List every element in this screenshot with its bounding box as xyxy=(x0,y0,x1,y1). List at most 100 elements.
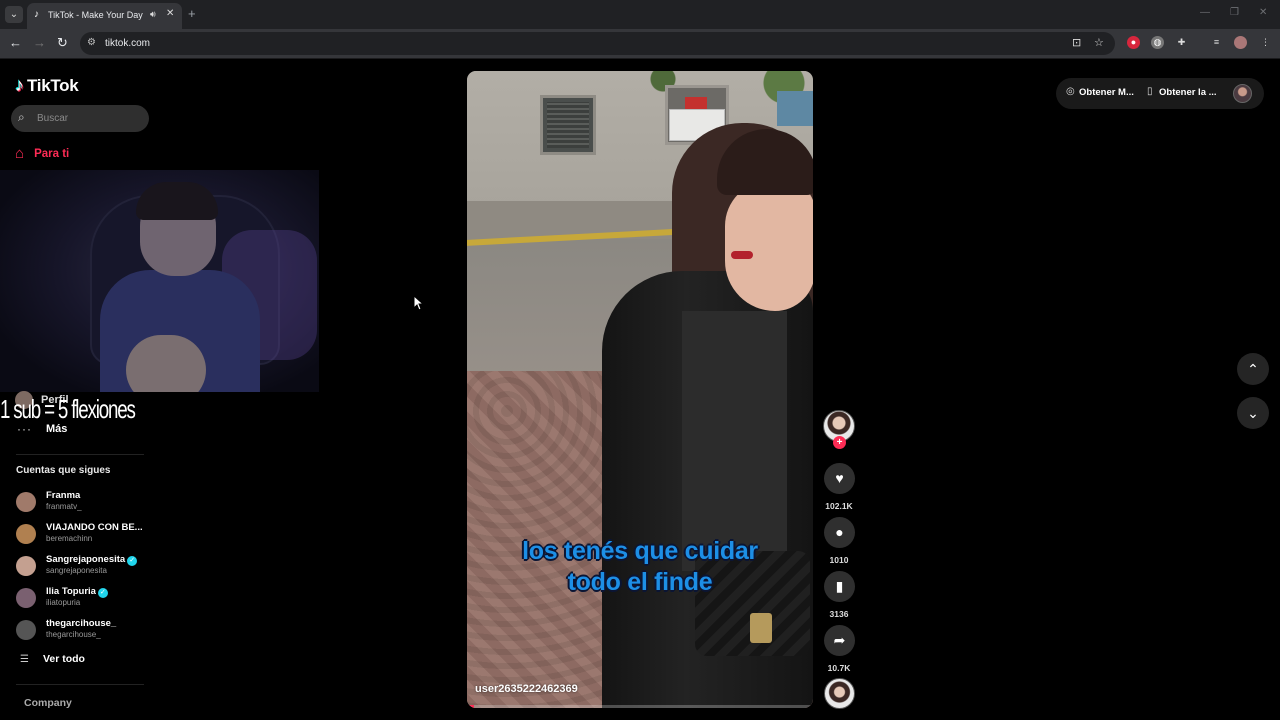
video-lips xyxy=(731,251,753,259)
video-progress-bar[interactable] xyxy=(467,705,813,708)
followed-account[interactable]: VIAJANDO CON BE... beremachinn xyxy=(16,522,156,550)
install-app-icon[interactable]: ⊡ xyxy=(1072,36,1081,49)
account-username: sangrejaponesita xyxy=(46,566,107,575)
account-name: VIAJANDO CON BE... xyxy=(46,522,143,533)
webcam-overlay xyxy=(0,170,319,392)
video-caption-line: todo el finde xyxy=(567,568,713,596)
extension-red-icon[interactable]: ● xyxy=(1127,36,1140,49)
user-avatar[interactable] xyxy=(1233,84,1252,103)
search-placeholder: Buscar xyxy=(37,113,69,124)
like-count: 102.1K xyxy=(825,501,853,511)
restore-icon[interactable]: ❐ xyxy=(1230,7,1239,18)
save-count: 3136 xyxy=(829,609,849,619)
browser-menu-icon[interactable]: ⋮ xyxy=(1259,36,1272,49)
account-name: Franma xyxy=(46,490,81,501)
streamer-knee xyxy=(126,335,206,392)
chevron-up-icon: ⌃ xyxy=(1247,361,1259,377)
close-window-icon[interactable]: ✕ xyxy=(1259,7,1267,18)
comment-button[interactable]: ● xyxy=(824,517,855,548)
coins-icon: ◎ xyxy=(1066,86,1075,97)
tab-title: TikTok - Make Your Day xyxy=(48,10,143,20)
share-button[interactable]: ➦ xyxy=(824,625,855,656)
see-all-button[interactable]: ☰ Ver todo xyxy=(20,653,85,665)
browser-tab[interactable]: ♪ TikTok - Make Your Day 🔊︎ ✕ xyxy=(27,3,182,29)
heart-icon: ♥ xyxy=(835,470,844,486)
browser-tab-bar: ⌄ ♪ TikTok - Make Your Day 🔊︎ ✕ + — ❐ ✕ xyxy=(0,0,1280,29)
video-author[interactable]: user2635222462369 xyxy=(475,683,578,695)
forward-button[interactable]: → xyxy=(33,36,46,50)
account-name: thegarcihouse_ xyxy=(46,618,117,629)
account-avatar xyxy=(16,620,36,640)
get-app-button[interactable]: Obtener la ... xyxy=(1159,87,1217,98)
minimize-icon[interactable]: — xyxy=(1200,7,1210,18)
video-window xyxy=(540,95,596,155)
next-video-button[interactable]: ⌄ xyxy=(1237,397,1269,429)
account-avatar xyxy=(16,556,36,576)
search-input[interactable]: ⌕ Buscar xyxy=(11,105,149,132)
see-all-label: Ver todo xyxy=(42,653,85,665)
save-button[interactable]: ▮ xyxy=(824,571,855,602)
stream-overlay-text: 1 sub = 5 flexiones xyxy=(0,394,136,424)
search-icon: ⌕ xyxy=(18,110,25,124)
tiktok-note-icon: ♪ xyxy=(15,75,24,95)
verified-badge-icon: ✓ xyxy=(127,556,138,566)
previous-video-button[interactable]: ⌃ xyxy=(1237,353,1269,385)
video-woman-face xyxy=(725,181,813,311)
extension-cookie-icon[interactable]: ◍ xyxy=(1151,36,1164,49)
followed-account[interactable]: Sangrejaponesita ✓ sangrejaponesita xyxy=(16,554,156,582)
close-tab-icon[interactable]: ✕ xyxy=(166,8,174,19)
account-avatar xyxy=(16,492,36,512)
nav-for-you-label: Para ti xyxy=(34,147,70,160)
video-bag-clasp xyxy=(750,613,772,643)
speaker-icon[interactable]: 🔊︎ xyxy=(150,9,156,20)
back-button[interactable]: ← xyxy=(9,36,22,50)
share-count: 10.7K xyxy=(827,663,851,673)
company-link[interactable]: Company xyxy=(24,697,72,709)
chevron-down-icon: ⌄ xyxy=(1247,405,1259,421)
extensions-puzzle-icon[interactable]: ✚ xyxy=(1175,36,1188,49)
video-player[interactable]: los tenés que cuidar todo el finde user2… xyxy=(467,71,813,708)
comment-count: 1010 xyxy=(829,555,849,565)
address-bar[interactable]: ⚙ tikto​k.com ⊡ ☆ xyxy=(80,32,1115,55)
account-name: Sangrejaponesita ✓ xyxy=(46,554,138,566)
account-username: thegarcihouse_ xyxy=(46,630,101,639)
home-icon: ⌂ xyxy=(15,145,25,162)
streamer-hair xyxy=(136,182,218,220)
comment-icon: ● xyxy=(835,524,844,540)
tiktok-favicon-icon: ♪ xyxy=(34,9,39,20)
tiktok-logo[interactable]: ♪ TikTok xyxy=(15,75,79,96)
get-coins-button[interactable]: Obtener M... xyxy=(1079,87,1134,98)
video-shirt xyxy=(682,311,787,571)
phone-icon: ▯ xyxy=(1147,86,1153,97)
bookmark-star-icon[interactable]: ☆ xyxy=(1094,36,1104,49)
account-avatar xyxy=(16,588,36,608)
follow-plus-icon[interactable]: + xyxy=(833,436,846,449)
account-username: franmatv_ xyxy=(46,502,82,511)
media-controls-icon[interactable]: ≡ xyxy=(1210,36,1223,49)
nav-for-you[interactable]: ⌂ Para ti xyxy=(15,145,69,162)
tab-search-button[interactable]: ⌄ xyxy=(5,6,23,23)
verified-badge-icon: ✓ xyxy=(97,588,108,598)
new-tab-button[interactable]: + xyxy=(188,6,196,21)
nav-more[interactable]: ··· Más xyxy=(17,422,67,436)
music-disc-icon[interactable] xyxy=(824,678,855,709)
list-icon: ☰ xyxy=(20,653,29,665)
like-button[interactable]: ♥ xyxy=(824,463,855,494)
account-username: beremachinn xyxy=(46,534,93,543)
logo-text: TikTok xyxy=(27,75,79,95)
top-actions-pill: ◎ Obtener M... ▯ Obtener la ... xyxy=(1056,78,1264,109)
account-username: iliatopuria xyxy=(46,598,81,607)
account-name: Ilia Topuria ✓ xyxy=(46,586,108,598)
profile-avatar[interactable] xyxy=(1234,36,1247,49)
reload-button[interactable]: ↻ xyxy=(57,36,68,50)
video-progress-fill xyxy=(467,705,474,708)
account-avatar xyxy=(16,524,36,544)
site-info-icon[interactable]: ⚙ xyxy=(87,37,96,48)
video-blue-panel xyxy=(777,91,813,126)
video-caption-line: los tenés que cuidar xyxy=(522,537,758,565)
account-name-text: Sangrejaponesita xyxy=(46,554,126,565)
bookmark-icon: ▮ xyxy=(835,578,844,594)
followed-account[interactable]: Franma franmatv_ xyxy=(16,490,156,518)
followed-account[interactable]: Ilia Topuria ✓ iliatopuria xyxy=(16,586,156,614)
followed-account[interactable]: thegarcihouse_ thegarcihouse_ xyxy=(16,618,156,646)
